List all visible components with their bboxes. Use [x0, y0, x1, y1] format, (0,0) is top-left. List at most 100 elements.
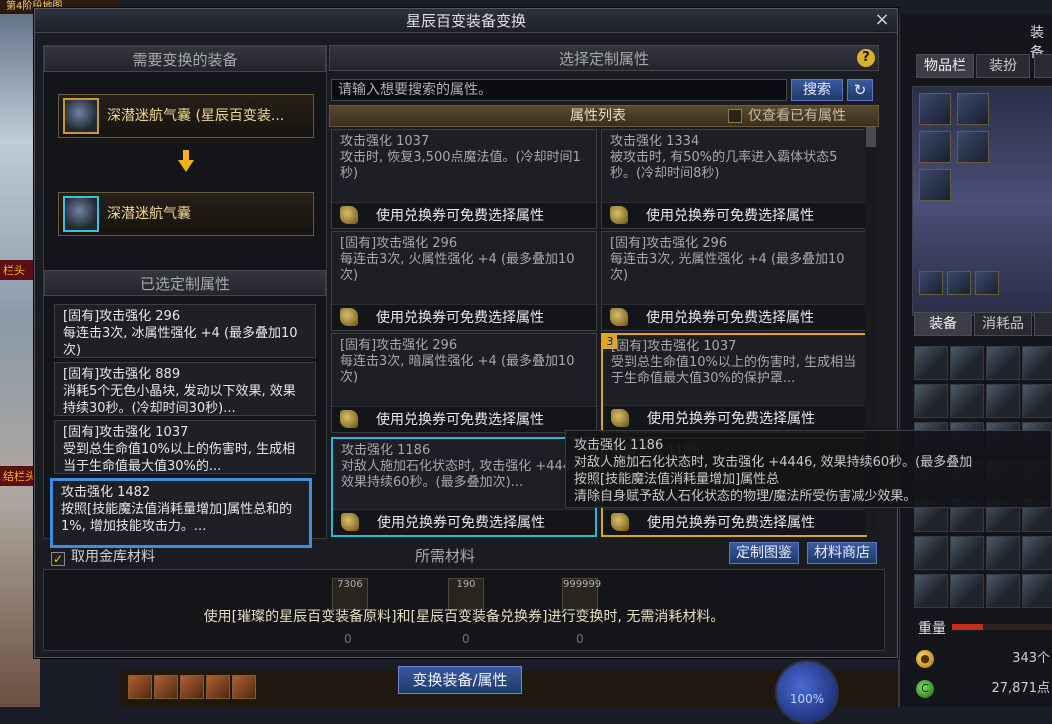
refresh-icon[interactable]: ↻: [847, 79, 873, 101]
card-text: 攻击强化 1334 被攻击时, 有50%的几率进入霸体状态5秒。(冷却时间8秒): [610, 134, 858, 198]
only-owned-checkbox[interactable]: [728, 109, 742, 123]
inventory-item-slot[interactable]: [986, 346, 1020, 380]
skill-slot[interactable]: [154, 675, 178, 699]
use-vault-toggle[interactable]: ✓ 取用金库材料: [51, 546, 155, 566]
gold-coin-icon: ●: [916, 650, 934, 668]
inventory-item-slot[interactable]: [1022, 346, 1052, 380]
attr-card[interactable]: 3 [固有]攻击强化 1037 受到总生命值10%以上的伤害时, 生成相当于生命值最…: [601, 333, 867, 433]
selected-attr-item[interactable]: [固有]攻击强化 296 每连击3次, 冰属性强化 +4 (最多叠加10次): [54, 304, 316, 358]
inventory-item-slot[interactable]: [914, 384, 948, 418]
equip-slot[interactable]: [919, 271, 943, 295]
card-footer[interactable]: 使用兑换券可免费选择属性: [332, 406, 596, 432]
inventory-item-slot[interactable]: [1022, 384, 1052, 418]
equip-slot[interactable]: [947, 271, 971, 295]
coupon-icon: [340, 308, 358, 326]
inventory-item-slot[interactable]: [986, 574, 1020, 608]
materials-note: 使用[璀璨的星辰百变装备原料]和[星辰百变装备兑换券]进行变换时, 无需消耗材料…: [203, 609, 725, 625]
equip-slot[interactable]: [957, 93, 989, 125]
material-shop-button[interactable]: 材料商店: [807, 542, 877, 564]
mp-orb: 100%: [775, 660, 839, 724]
card-footer[interactable]: 使用兑换券可免费选择属性: [332, 304, 596, 330]
scroll-thumb[interactable]: [866, 127, 876, 147]
inventory-item-slot[interactable]: [914, 574, 948, 608]
card-footer[interactable]: 使用兑换券可免费选择属性: [603, 405, 865, 431]
custom-guide-button[interactable]: 定制图鉴: [729, 542, 799, 564]
inventory-item-slot[interactable]: [1022, 574, 1052, 608]
attr-card[interactable]: 攻击强化 1334 被攻击时, 有50%的几率进入霸体状态5秒。(冷却时间8秒) 使…: [601, 129, 867, 229]
tab-consumables[interactable]: 消耗品: [974, 312, 1032, 336]
skill-slot[interactable]: [206, 675, 230, 699]
target-equip-slot[interactable]: 深潜迷航气囊: [58, 192, 314, 236]
card-footer[interactable]: 使用兑换券可免费选择属性: [332, 202, 596, 228]
inventory-item-slot[interactable]: [950, 384, 984, 418]
card-desc: 每连击3次, 光属性强化 +4 (最多叠加10次): [610, 252, 845, 283]
card-text: [固有]攻击强化 296 每连击3次, 火属性强化 +4 (最多叠加10次): [340, 236, 588, 300]
card-title: [固有]攻击强化 296: [340, 338, 458, 353]
weight-fill: [952, 624, 983, 630]
inventory-item-slot[interactable]: [950, 574, 984, 608]
inventory-item-slot[interactable]: [914, 346, 948, 380]
needed-equip-header: 需要变换的装备: [44, 46, 326, 72]
equip-slot[interactable]: [975, 271, 999, 295]
close-button[interactable]: ×: [873, 11, 891, 29]
tab-more[interactable]: [1034, 54, 1052, 78]
source-equip-slot[interactable]: 深潜迷航气囊 (星辰百变装...: [58, 94, 314, 138]
inventory-item-slot[interactable]: [986, 536, 1020, 570]
selected-attr-item[interactable]: 攻击强化 1482 按照[技能魔法值消耗量增加]属性总和的1%, 增加技能攻击力…: [50, 478, 312, 548]
tab-inventory[interactable]: 物品栏: [916, 54, 974, 78]
coupon-icon: [610, 206, 628, 224]
attr-title: [固有]攻击强化 889: [63, 367, 181, 382]
coupon-icon: [611, 409, 629, 427]
points-coin-icon: C: [916, 680, 934, 698]
equip-slot[interactable]: [919, 131, 951, 163]
attr-search-input[interactable]: [331, 79, 787, 101]
attr-card[interactable]: 攻击强化 1037 攻击时, 恢复3,500点魔法值。(冷却时间1秒) 使用兑换券可…: [331, 129, 597, 229]
search-button[interactable]: 搜索: [791, 79, 843, 101]
convert-button[interactable]: 变换装备/属性: [398, 666, 522, 694]
inventory-item-slot[interactable]: [950, 346, 984, 380]
skill-slot[interactable]: [128, 675, 152, 699]
tooltip-title: 攻击强化 1186: [574, 438, 664, 453]
selected-attr-item[interactable]: [固有]攻击强化 1037 受到总生命值10%以上的伤害时, 生成相当于生命值最…: [54, 420, 316, 474]
materials-title: 所需材料: [415, 547, 476, 565]
tab-equipment[interactable]: 装备: [914, 312, 972, 336]
attr-card[interactable]: [固有]攻击强化 296 每连击3次, 火属性强化 +4 (最多叠加10次) 使用兑…: [331, 231, 597, 331]
required-count: 0: [576, 632, 584, 646]
attr-card[interactable]: [固有]攻击强化 296 每连击3次, 光属性强化 +4 (最多叠加10次) 使用兑…: [601, 231, 867, 331]
card-footer[interactable]: 使用兑换券可免费选择属性: [602, 202, 866, 228]
arrow-down-icon: [178, 150, 194, 172]
tab-more[interactable]: [1034, 312, 1052, 336]
card-title: [固有]攻击强化 1037: [611, 339, 737, 354]
air-bag-icon: [63, 196, 99, 232]
card-text: 攻击强化 1186 对敌人施加石化状态时, 攻击强化 +4446, 效果持续60秒…: [341, 443, 587, 507]
card-footer[interactable]: 使用兑换券可免费选择属性: [602, 304, 866, 330]
inventory-panel: 装备 物品栏 装扮 装备 消耗品 重量 ● 343个 C 27,871点: [898, 14, 1052, 707]
skill-slot[interactable]: [232, 675, 256, 699]
attr-title: [固有]攻击强化 1037: [63, 425, 189, 440]
skill-slot[interactable]: [180, 675, 204, 699]
gold-amount: 343个: [1012, 651, 1050, 666]
tooltip-line: 对敌人施加石化状态时, 攻击强化 +4446, 效果持续60秒。(最多叠加: [574, 455, 973, 470]
attr-card[interactable]: [固有]攻击强化 296 每连击3次, 暗属性强化 +4 (最多叠加10次) 使用兑…: [331, 333, 597, 433]
equip-slot[interactable]: [919, 169, 951, 201]
tab-appearance[interactable]: 装扮: [976, 54, 1030, 78]
attr-desc: 每连击3次, 冰属性强化 +4 (最多叠加10次): [63, 326, 298, 358]
card-text: [固有]攻击强化 1037 受到总生命值10%以上的伤害时, 生成相当于生命值最大…: [611, 339, 857, 403]
inventory-item-slot[interactable]: [914, 536, 948, 570]
card-footer[interactable]: 使用兑换券可免费选择属性: [333, 509, 595, 535]
selected-attr-item[interactable]: [固有]攻击强化 889 消耗5个无色小晶块, 发动以下效果, 效果持续30秒。…: [54, 362, 316, 416]
coupon-icon: [340, 410, 358, 428]
air-bag-icon: [63, 98, 99, 134]
inventory-item-slot[interactable]: [986, 384, 1020, 418]
dialog-title: 星辰百变装备变换: [35, 9, 897, 33]
equip-slot[interactable]: [919, 93, 951, 125]
checkbox-checked-icon[interactable]: ✓: [51, 552, 65, 566]
attr-card[interactable]: 攻击强化 1186 对敌人施加石化状态时, 攻击强化 +4446, 效果持续60秒…: [331, 437, 597, 537]
card-desc: 受到总生命值10%以上的伤害时, 生成相当于生命值最大值30%的保护罩...: [611, 355, 857, 386]
card-footer[interactable]: 使用兑换券可免费选择属性: [603, 509, 865, 535]
inventory-item-slot[interactable]: [950, 536, 984, 570]
inventory-item-slot[interactable]: [1022, 536, 1052, 570]
help-icon[interactable]: ?: [857, 49, 875, 67]
equip-slot[interactable]: [957, 131, 989, 163]
use-coupon-label: 使用兑换券可免费选择属性: [376, 412, 544, 428]
